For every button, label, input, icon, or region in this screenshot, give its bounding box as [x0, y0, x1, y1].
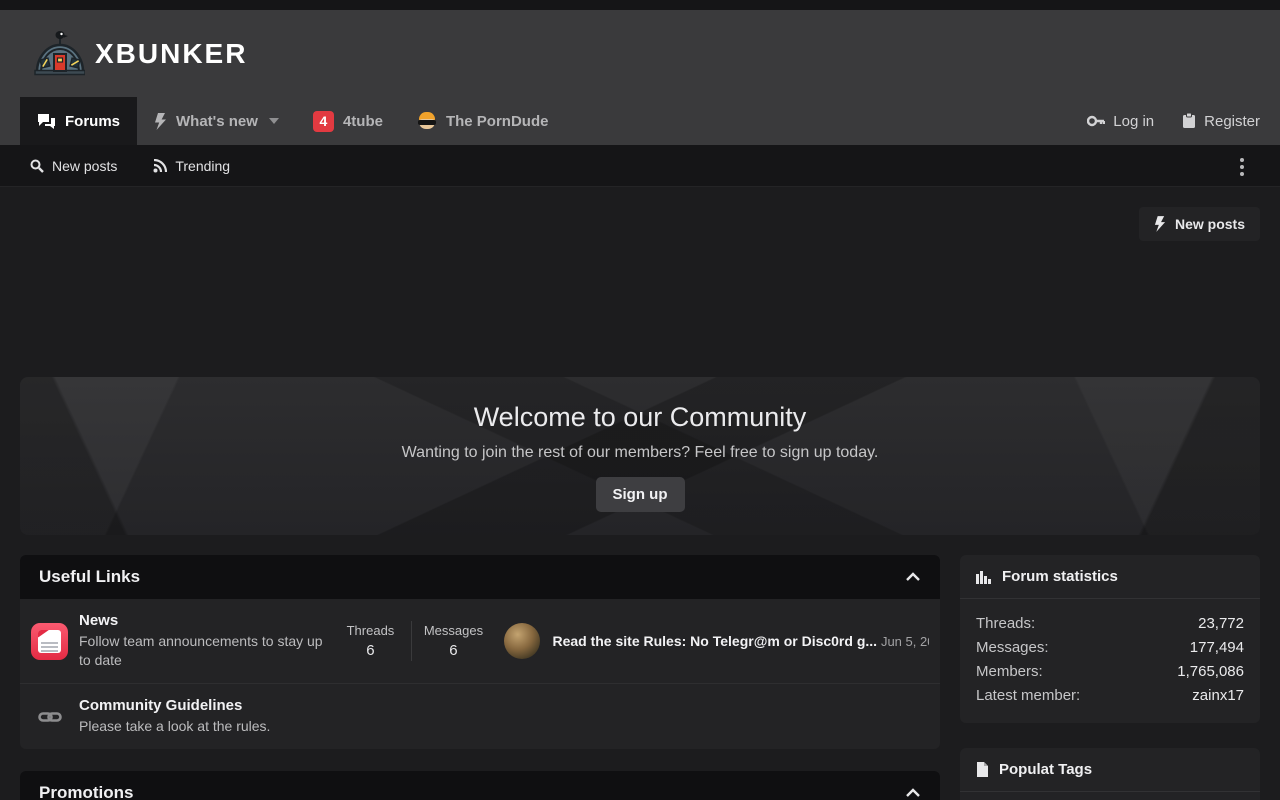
promotions-header[interactable]: Promotions: [20, 771, 940, 800]
latest-member-link[interactable]: zainx17: [1192, 684, 1244, 708]
rss-icon: [153, 159, 167, 173]
auth-links: Log in Register: [1087, 97, 1260, 145]
register-icon: [1182, 113, 1196, 129]
key-icon: [1087, 115, 1105, 127]
forum-node-guidelines[interactable]: Community Guidelines Please take a look …: [20, 683, 940, 749]
node-description: Follow team announcements to stay up to …: [79, 632, 335, 670]
useful-links-section: Useful Links News Follow team announceme…: [20, 555, 940, 749]
tab-forums[interactable]: Forums: [20, 97, 137, 145]
threads-count: Threads 6: [335, 623, 405, 659]
subnav-label: Trending: [175, 158, 230, 174]
login-link[interactable]: Log in: [1087, 113, 1154, 130]
popular-tags-body: [960, 792, 1260, 800]
section-title: Useful Links: [39, 567, 140, 587]
welcome-title: Welcome to our Community: [20, 402, 1260, 433]
popular-tags-header: Populat Tags: [960, 748, 1260, 792]
section-title: Promotions: [39, 783, 133, 800]
stat-row-threads: Threads: 23,772: [976, 612, 1244, 636]
tab-4tube[interactable]: 4 4tube: [296, 97, 400, 145]
node-title[interactable]: News: [79, 612, 335, 629]
tab-label: 4tube: [343, 113, 383, 130]
forum-node-news[interactable]: News Follow team announcements to stay u…: [20, 599, 940, 683]
bar-chart-icon: [976, 570, 991, 584]
actions-row: New posts: [20, 207, 1260, 241]
main-nav: Forums What's new 4 4tube The PornDude L…: [0, 97, 1280, 145]
4tube-icon: 4: [313, 111, 334, 132]
welcome-subtitle: Wanting to join the rest of our members?…: [20, 444, 1260, 462]
sidebar: Forum statistics Threads: 23,772 Message…: [960, 555, 1260, 800]
login-label: Log in: [1113, 113, 1154, 130]
forum-statistics-header: Forum statistics: [960, 555, 1260, 599]
site-logo[interactable]: XBUNKER: [33, 30, 247, 78]
content-row: Useful Links News Follow team announceme…: [20, 555, 1260, 800]
latest-post-title[interactable]: Read the site Rules: No Telegr@m or Disc…: [552, 633, 877, 649]
avatar[interactable]: [504, 623, 540, 659]
register-link[interactable]: Register: [1182, 113, 1260, 130]
promotions-section: Promotions: [20, 771, 940, 800]
tab-label: What's new: [176, 113, 258, 130]
useful-links-header[interactable]: Useful Links: [20, 555, 940, 599]
more-options-icon[interactable]: [1236, 156, 1248, 178]
node-description: Please take a look at the rules.: [79, 717, 361, 736]
new-posts-button[interactable]: New posts: [1139, 207, 1260, 241]
brand-name: XBUNKER: [95, 38, 247, 70]
stat-row-members: Members: 1,765,086: [976, 660, 1244, 684]
site-header: XBUNKER: [0, 10, 1280, 97]
tab-porndude[interactable]: The PornDude: [400, 97, 566, 145]
node-title[interactable]: Community Guidelines: [79, 697, 361, 714]
latest-post-date: Jun 5, 2024 · ...: [881, 634, 929, 649]
porndude-icon: [417, 112, 437, 130]
subnav-trending[interactable]: Trending: [153, 158, 230, 174]
welcome-banner: Welcome to our Community Wanting to join…: [20, 377, 1260, 535]
link-icon-wrap: [31, 710, 68, 724]
lightning-icon: [154, 113, 167, 130]
latest-post-text: Read the site Rules: No Telegr@m or Disc…: [552, 633, 929, 649]
latest-post: Read the site Rules: No Telegr@m or Disc…: [504, 623, 929, 659]
nav-tabs: Forums What's new 4 4tube The PornDude: [20, 97, 565, 145]
document-icon: [976, 762, 988, 777]
forums-icon: [37, 113, 56, 130]
divider: [411, 621, 412, 661]
tab-label: Forums: [65, 113, 120, 130]
node-text: News Follow team announcements to stay u…: [79, 612, 335, 670]
register-label: Register: [1204, 113, 1260, 130]
lightning-icon: [1154, 216, 1166, 232]
stat-row-messages: Messages: 177,494: [976, 636, 1244, 660]
tab-whats-new[interactable]: What's new: [137, 97, 296, 145]
popular-tags-widget: Populat Tags: [960, 748, 1260, 800]
link-icon: [38, 710, 62, 724]
top-strip: [0, 0, 1280, 10]
subnav-new-posts[interactable]: New posts: [30, 158, 117, 174]
tab-label: The PornDude: [446, 113, 549, 130]
subnav-label: New posts: [52, 158, 117, 174]
messages-count: Messages 6: [418, 623, 488, 659]
forum-statistics-body: Threads: 23,772 Messages: 177,494 Member…: [960, 599, 1260, 723]
widget-title: Forum statistics: [1002, 568, 1118, 585]
widget-title: Populat Tags: [999, 761, 1092, 778]
bunker-logo-icon: [33, 30, 85, 78]
chevron-down-icon: [269, 118, 279, 124]
main-content: New posts Welcome to our Community Wanti…: [0, 187, 1280, 800]
new-posts-label: New posts: [1175, 216, 1245, 232]
stat-row-latest-member: Latest member: zainx17: [976, 684, 1244, 708]
sign-up-button[interactable]: Sign up: [596, 477, 685, 512]
chevron-up-icon[interactable]: [905, 788, 921, 798]
main-column: Useful Links News Follow team announceme…: [20, 555, 940, 800]
sub-nav: New posts Trending: [0, 145, 1280, 187]
chevron-up-icon[interactable]: [905, 572, 921, 582]
search-icon: [30, 159, 44, 173]
news-icon: [31, 623, 68, 660]
node-text: Community Guidelines Please take a look …: [79, 697, 361, 736]
forum-statistics-widget: Forum statistics Threads: 23,772 Message…: [960, 555, 1260, 723]
